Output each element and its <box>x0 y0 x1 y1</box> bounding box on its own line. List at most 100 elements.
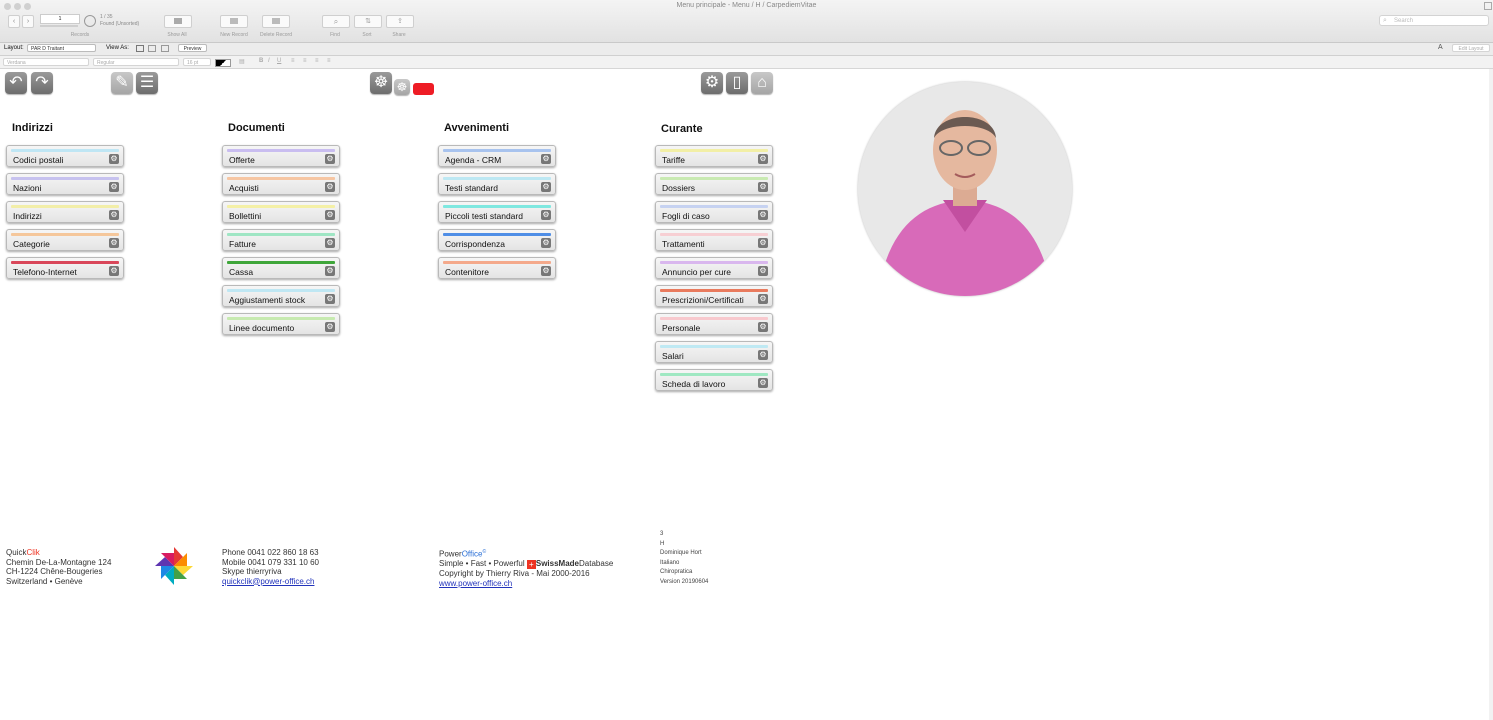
menu-button-piccoli-testi-standard[interactable]: Piccoli testi standard ⚙ <box>438 201 556 223</box>
menu-button-annuncio-per-cure[interactable]: Annuncio per cure ⚙ <box>655 257 773 279</box>
gear-icon[interactable]: ⚙ <box>325 154 335 164</box>
gear-icon[interactable]: ⚙ <box>325 266 335 276</box>
menu-button-acquisti[interactable]: Acquisti ⚙ <box>222 173 340 195</box>
gear-icon[interactable]: ⚙ <box>758 182 768 192</box>
gear-icon[interactable]: ⚙ <box>325 322 335 332</box>
gear-icon[interactable]: ⚙ <box>541 238 551 248</box>
menu-button-nazioni[interactable]: Nazioni ⚙ <box>6 173 124 195</box>
next-record-button[interactable]: › <box>22 15 34 28</box>
align-center-icon[interactable]: ≡ <box>303 58 307 64</box>
forward-icon[interactable]: ↷ <box>31 72 53 94</box>
menu-button-aggiustamenti-stock[interactable]: Aggiustamenti stock ⚙ <box>222 285 340 307</box>
menu-button-fatture[interactable]: Fatture ⚙ <box>222 229 340 251</box>
menu-button-agenda-crm[interactable]: Agenda - CRM ⚙ <box>438 145 556 167</box>
edit-layout-button[interactable]: Edit Layout <box>1452 44 1490 52</box>
text-size-icon[interactable]: A <box>1438 44 1443 51</box>
gear-icon[interactable]: ⚙ <box>325 210 335 220</box>
gear-icon[interactable]: ⚙ <box>541 266 551 276</box>
menu-button-label: Testi standard <box>445 183 498 193</box>
menu-button-prescrizioni-certificati[interactable]: Prescrizioni/Certificati ⚙ <box>655 285 773 307</box>
menu-button-tariffe[interactable]: Tariffe ⚙ <box>655 145 773 167</box>
underline-icon[interactable]: U <box>277 58 281 64</box>
style-select[interactable]: Regular <box>93 58 179 66</box>
list-icon[interactable]: ☰ <box>136 72 158 94</box>
find-label: Find <box>330 32 340 38</box>
new-record-button[interactable] <box>220 15 248 28</box>
scrollbar[interactable] <box>1489 69 1493 720</box>
preview-button[interactable]: Preview <box>178 44 207 52</box>
menu-button-personale[interactable]: Personale ⚙ <box>655 313 773 335</box>
menu-button-linee-documento[interactable]: Linee documento ⚙ <box>222 313 340 335</box>
table-view-icon[interactable] <box>161 45 169 52</box>
gear-icon[interactable]: ⚙ <box>109 182 119 192</box>
find-button[interactable]: ⌕ <box>322 15 350 28</box>
menu-button-salari[interactable]: Salari ⚙ <box>655 341 773 363</box>
share-button[interactable]: ⇪ <box>386 15 414 28</box>
email-link[interactable]: quickclik@power-office.ch <box>222 577 314 586</box>
gear-icon[interactable]: ⚙ <box>758 266 768 276</box>
align-left-icon[interactable]: ≡ <box>291 58 295 64</box>
menu-button-offerte[interactable]: Offerte ⚙ <box>222 145 340 167</box>
red-status-button[interactable] <box>413 83 434 95</box>
prev-record-button[interactable]: ‹ <box>8 15 20 28</box>
book-icon[interactable]: ▯ <box>726 72 748 94</box>
pencil-icon[interactable]: ✎ <box>111 72 133 94</box>
gear-icon[interactable]: ⚙ <box>758 350 768 360</box>
menu-button-dossiers[interactable]: Dossiers ⚙ <box>655 173 773 195</box>
gear-icon[interactable]: ⚙ <box>325 182 335 192</box>
list-view-icon[interactable] <box>148 45 156 52</box>
layout-select[interactable]: PAR D Traitant <box>27 44 96 52</box>
gear-icon[interactable]: ⚙ <box>109 210 119 220</box>
menu-button-indirizzi[interactable]: Indirizzi ⚙ <box>6 201 124 223</box>
color-stripe <box>660 317 768 320</box>
gear-icon[interactable]: ⚙ <box>758 378 768 388</box>
gear-icon[interactable]: ⚙ <box>541 182 551 192</box>
gear-icon[interactable]: ⚙ <box>325 238 335 248</box>
align-right-icon[interactable]: ≡ <box>315 58 319 64</box>
menu-button-testi-standard[interactable]: Testi standard ⚙ <box>438 173 556 195</box>
font-select[interactable]: Verdana <box>3 58 89 66</box>
size-select[interactable]: 16 pt <box>183 58 211 66</box>
align-menu-icon[interactable]: ▤ <box>239 58 245 65</box>
menu-button-scheda-di-lavoro[interactable]: Scheda di lavoro ⚙ <box>655 369 773 391</box>
menu-button-codici-postali[interactable]: Codici postali ⚙ <box>6 145 124 167</box>
gear-icon[interactable]: ⚙ <box>758 154 768 164</box>
gear-icon[interactable]: ⚙ <box>109 154 119 164</box>
gear-icon[interactable]: ⚙ <box>758 210 768 220</box>
delete-record-button[interactable] <box>262 15 290 28</box>
form-view-icon[interactable] <box>136 45 144 52</box>
sort-button[interactable]: ⇅ <box>354 15 382 28</box>
helm-icon[interactable]: ☸ <box>370 72 392 94</box>
gear-icon[interactable]: ⚙ <box>109 266 119 276</box>
search-input[interactable]: Search <box>1379 15 1489 26</box>
record-number-input[interactable]: 1 <box>40 14 80 24</box>
text-color-swatch[interactable] <box>215 59 231 67</box>
gear-icon[interactable]: ⚙ <box>701 72 723 94</box>
menu-button-bollettini[interactable]: Bollettini ⚙ <box>222 201 340 223</box>
menu-button-trattamenti[interactable]: Trattamenti ⚙ <box>655 229 773 251</box>
small-helm-icon[interactable]: ☸ <box>394 79 410 95</box>
website-link[interactable]: www.power-office.ch <box>439 579 512 588</box>
menu-button-contenitore[interactable]: Contenitore ⚙ <box>438 257 556 279</box>
menu-button-corrispondenza[interactable]: Corrispondenza ⚙ <box>438 229 556 251</box>
menu-button-fogli-di-caso[interactable]: Fogli di caso ⚙ <box>655 201 773 223</box>
bold-icon[interactable]: B <box>259 58 263 64</box>
home-icon[interactable]: ⌂ <box>751 72 773 94</box>
gear-icon[interactable]: ⚙ <box>758 238 768 248</box>
show-all-button[interactable] <box>164 15 192 28</box>
gear-icon[interactable]: ⚙ <box>541 210 551 220</box>
menu-button-categorie[interactable]: Categorie ⚙ <box>6 229 124 251</box>
menu-button-cassa[interactable]: Cassa ⚙ <box>222 257 340 279</box>
fullscreen-icon[interactable] <box>1484 2 1492 10</box>
color-stripe <box>227 177 335 180</box>
record-slider[interactable] <box>40 25 78 27</box>
justify-icon[interactable]: ≡ <box>327 58 331 64</box>
gear-icon[interactable]: ⚙ <box>109 238 119 248</box>
gear-icon[interactable]: ⚙ <box>541 154 551 164</box>
gear-icon[interactable]: ⚙ <box>758 294 768 304</box>
italic-icon[interactable]: I <box>268 58 270 64</box>
back-icon[interactable]: ↶ <box>5 72 27 94</box>
gear-icon[interactable]: ⚙ <box>325 294 335 304</box>
gear-icon[interactable]: ⚙ <box>758 322 768 332</box>
menu-button-telefono-internet[interactable]: Telefono-Internet ⚙ <box>6 257 124 279</box>
